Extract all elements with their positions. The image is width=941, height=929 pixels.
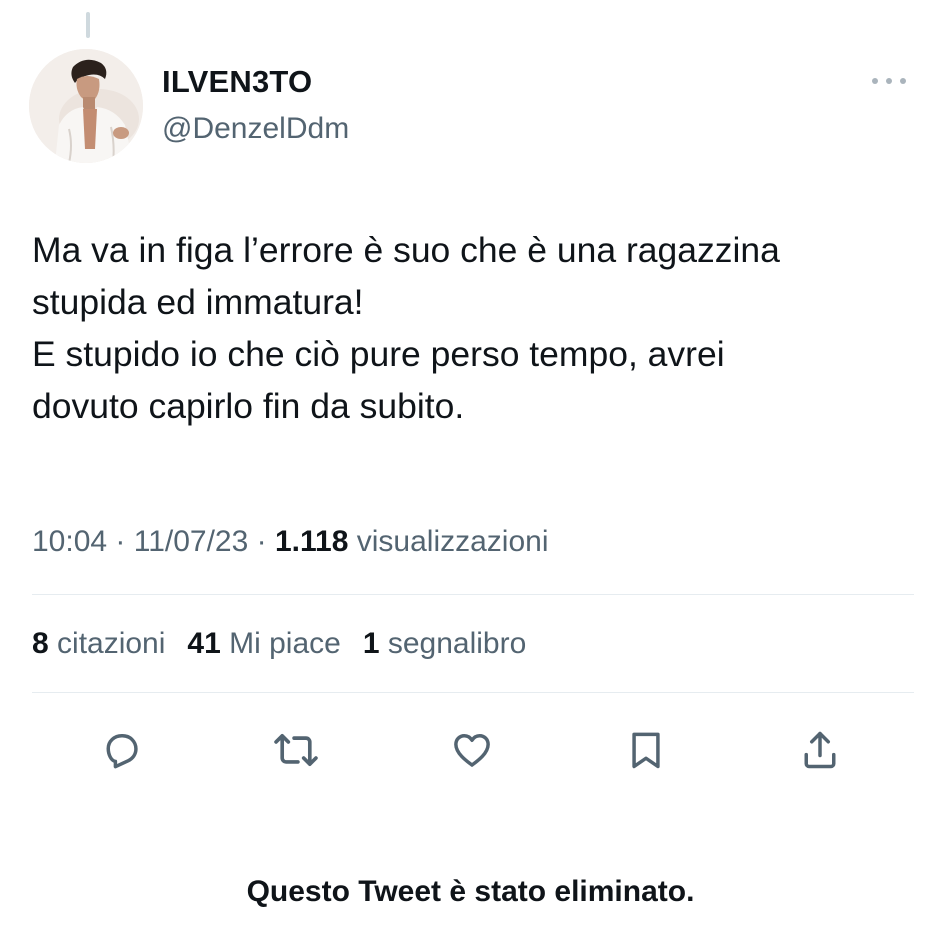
tweet-text-line: Ma va in figa l’errore è suo che è una r…	[32, 230, 780, 270]
likes-label: Mi piace	[220, 627, 341, 660]
thread-connector-line	[86, 12, 90, 38]
meta-separator: ·	[107, 525, 134, 558]
divider	[32, 594, 914, 595]
bookmark-button[interactable]	[616, 720, 676, 780]
tweet-deleted-notice: Questo Tweet è stato eliminato.	[246, 875, 695, 908]
bookmark-icon	[632, 732, 660, 769]
quotes-count: 8	[32, 627, 49, 660]
views-label: visualizzazioni	[348, 525, 549, 558]
engagement-stats: 8 citazioni 41 Mi piace 1 segnalibro	[32, 624, 526, 664]
reply-button[interactable]	[92, 720, 152, 780]
tweet-metadata: 10:04 · 11/07/23 · 1.118 visualizzazioni	[32, 522, 549, 562]
views-count: 1.118	[274, 525, 349, 558]
tweet-text-line: E stupido io che ciò pure perso tempo, a…	[32, 334, 725, 374]
retweet-icon	[274, 733, 318, 767]
meta-separator: ·	[248, 525, 275, 558]
author-display-name[interactable]: ILVEN3TO	[162, 64, 312, 100]
tweet-time[interactable]: 10:04	[32, 525, 107, 558]
tweet-text: Ma va in figa l’errore è suo che è una r…	[32, 224, 917, 432]
tweet-text-line: stupida ed immatura!	[32, 282, 364, 322]
more-options-button[interactable]	[862, 66, 916, 96]
bookmarks-count: 1	[362, 627, 380, 660]
like-icon	[454, 733, 490, 767]
tweet-date[interactable]: 11/07/23	[134, 525, 249, 558]
tweet-actions-bar	[0, 720, 941, 780]
bookmarks-label: segnalibro	[379, 627, 527, 660]
retweet-button[interactable]	[266, 720, 326, 780]
author-handle[interactable]: @DenzelDdm	[162, 111, 349, 147]
more-dots-icon	[872, 78, 906, 84]
quotes-stat[interactable]: 8 citazioni	[32, 624, 165, 664]
profile-photo-icon	[29, 49, 143, 163]
like-button[interactable]	[442, 720, 502, 780]
likes-stat[interactable]: 41 Mi piace	[187, 624, 340, 664]
tweet-text-line: dovuto capirlo fin da subito.	[32, 386, 465, 426]
quotes-label: citazioni	[48, 627, 166, 660]
likes-count: 41	[187, 627, 221, 660]
bookmarks-stat[interactable]: 1 segnalibro	[363, 624, 526, 664]
divider	[32, 692, 914, 693]
share-icon	[804, 731, 836, 769]
share-button[interactable]	[790, 720, 850, 780]
reply-icon	[106, 733, 138, 769]
avatar[interactable]	[29, 49, 143, 163]
